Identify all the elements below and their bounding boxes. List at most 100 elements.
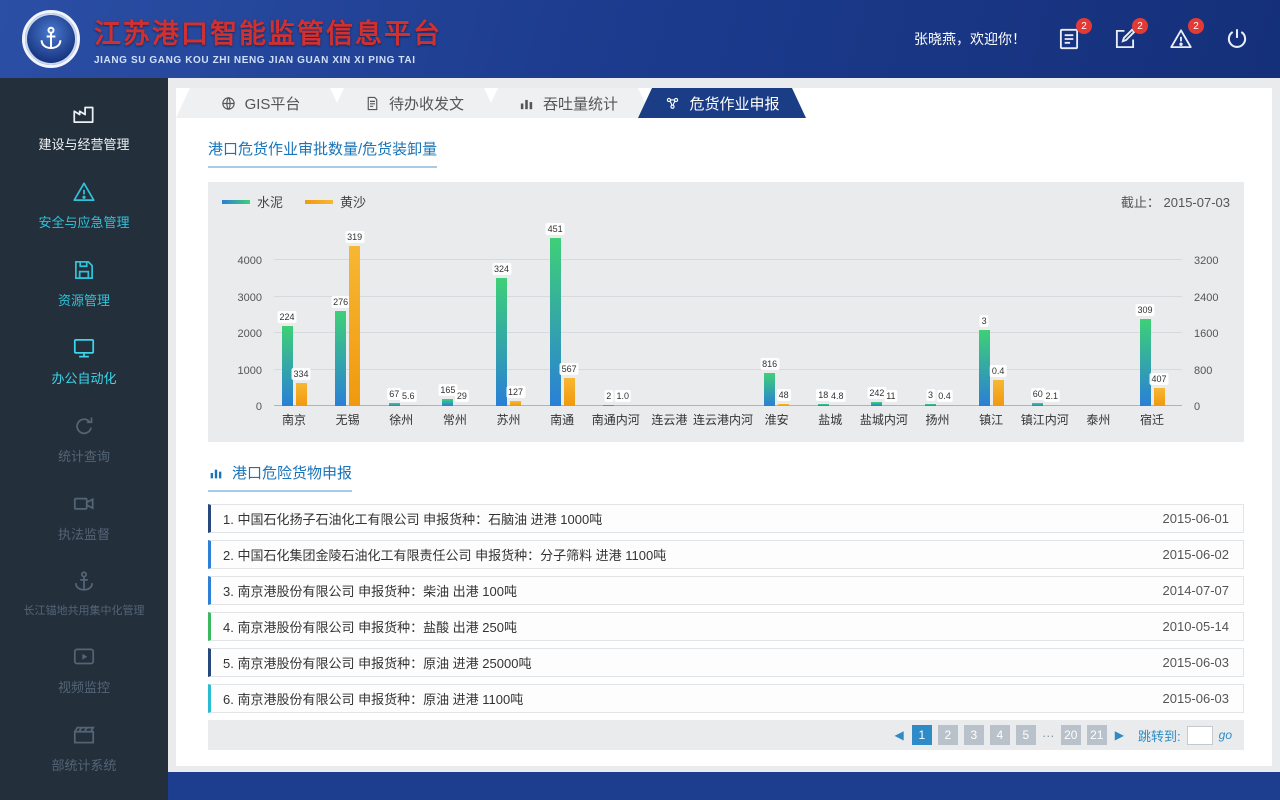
header-right: 张晓燕，欢迎你！ 2 2 2 [914, 26, 1280, 52]
bar-sand [1154, 388, 1165, 406]
x-axis-label: 南通 [550, 411, 574, 428]
sidebar-item-law-enforcement[interactable]: 执法监督 [0, 478, 168, 556]
y-axis-tick-left: 4000 [238, 255, 262, 267]
prev-page-button[interactable]: ◀ [893, 728, 906, 742]
gis-icon [220, 95, 237, 112]
x-axis-label: 常州 [443, 411, 467, 428]
bar-value-label: 1.0 [614, 390, 631, 402]
page-button-20[interactable]: 20 [1061, 725, 1081, 745]
sidebar-item-anchorage-management[interactable]: 长江锚地共用集中化管理 [0, 556, 168, 631]
x-axis-label: 苏州 [496, 411, 520, 428]
x-axis-label: 泰州 [1086, 411, 1110, 428]
bar-value-label: 276 [331, 296, 350, 308]
bar-value-label: 3 [926, 389, 935, 401]
legend-item: 黄沙 [305, 192, 366, 211]
legend-swatch [305, 200, 333, 204]
page-button-21[interactable]: 21 [1087, 725, 1107, 745]
list-item-date: 2015-06-01 [1163, 511, 1230, 526]
x-axis-label: 南京 [282, 411, 306, 428]
page-button-2[interactable]: 2 [938, 725, 958, 745]
tabbar: GIS平台 待办收发文 吞吐量统计危货作业申报 [176, 88, 1272, 118]
chart-legend: 水泥 黄沙 [222, 192, 366, 211]
sidebar-item-label: 资源管理 [58, 290, 110, 309]
sidebar-item-office-automation[interactable]: 办公自动化 [0, 322, 168, 400]
y-axis-tick-left: 1000 [238, 365, 262, 377]
bar-cement [764, 373, 775, 406]
alert-icon[interactable]: 2 [1168, 26, 1194, 52]
y-axis-tick-right: 0 [1194, 401, 1200, 413]
bar-sand [456, 405, 467, 406]
sidebar-item-label: 视频监控 [58, 677, 110, 696]
list-section-title-text: 港口危险货物申报 [232, 465, 352, 482]
list-section-title: 港口危险货物申报 [208, 462, 352, 492]
bar-sand [885, 405, 896, 406]
tab-throughput-stats[interactable]: 吞吐量统计 [484, 88, 652, 118]
list-item-date: 2015-06-02 [1163, 547, 1230, 562]
as-of-value: 2015-07-03 [1164, 195, 1231, 210]
power-icon[interactable] [1224, 26, 1250, 52]
x-axis-label: 连云港内河 [693, 411, 753, 428]
bar-cement [979, 330, 990, 406]
page-button-5[interactable]: 5 [1016, 725, 1036, 745]
list-item[interactable]: 6. 南京港股份有限公司 申报货种：原油 进港 1100吨2015-06-03 [208, 684, 1244, 713]
list-section-header: 港口危险货物申报 [208, 462, 1272, 492]
sidebar-item-ministry-statistics[interactable]: 部统计系统 [0, 709, 168, 787]
bar-sand [403, 405, 414, 406]
sidebar-item-label: 执法监督 [58, 524, 110, 543]
barchart-icon [518, 95, 535, 112]
user-greeting: 张晓燕，欢迎你！ [914, 29, 1026, 49]
x-axis-label: 徐州 [389, 411, 413, 428]
tab-dangerous-goods-declare[interactable]: 危货作业申报 [638, 88, 806, 118]
bar-value-label: 334 [291, 368, 310, 380]
as-of-date: 截止： 2015-07-03 [1121, 192, 1230, 211]
legend-label: 水泥 [257, 192, 283, 211]
gridline [274, 369, 1182, 370]
sidebar-item-video-surveillance[interactable]: 视频监控 [0, 631, 168, 709]
page-button-4[interactable]: 4 [990, 725, 1010, 745]
y-axis-tick-left: 0 [256, 401, 262, 413]
list-item-date: 2010-05-14 [1163, 619, 1230, 634]
sidebar-item-label: 建设与经营管理 [38, 134, 129, 153]
bar-value-label: 2.1 [1043, 390, 1060, 402]
bar-value-label: 5.6 [400, 390, 417, 402]
y-axis-tick-right: 3200 [1194, 255, 1218, 267]
tab-gis-platform[interactable]: GIS平台 [176, 88, 344, 118]
list-item[interactable]: 2. 中国石化集团金陵石油化工有限责任公司 申报货种：分子筛料 进港 1100吨… [208, 540, 1244, 569]
jump-page-input[interactable] [1187, 726, 1213, 745]
sidebar-item-resource-management[interactable]: 资源管理 [0, 244, 168, 322]
sidebar-item-statistics-query[interactable]: 统计查询 [0, 400, 168, 478]
list-item[interactable]: 5. 南京港股份有限公司 申报货种：原油 进港 25000吨2015-06-03 [208, 648, 1244, 677]
go-button[interactable]: go [1219, 728, 1232, 742]
bar-sand [564, 378, 575, 406]
sidebar-item-label: 长江锚地共用集中化管理 [24, 602, 145, 618]
x-axis-label: 淮安 [765, 411, 789, 428]
warning-icon [71, 179, 97, 205]
bar-value-label: 11 [884, 390, 897, 402]
list-item[interactable]: 4. 南京港股份有限公司 申报货种：盐酸 出港 250吨 2010-05-14 [208, 612, 1244, 641]
doc-icon [364, 95, 381, 112]
next-page-button[interactable]: ▶ [1113, 728, 1126, 742]
list-item-text: 1. 中国石化扬子石油化工有限公司 申报货种：石脑油 进港 1000吨 [223, 509, 602, 528]
list-item[interactable]: 3. 南京港股份有限公司 申报货种：柴油 出港 100吨2014-07-07 [208, 576, 1244, 605]
sidebar-item-construction-management[interactable]: 建设与经营管理 [0, 88, 168, 166]
bar-value-label: 0.4 [990, 365, 1007, 377]
list-item-text: 5. 南京港股份有限公司 申报货种：原油 进港 25000吨 [223, 653, 531, 672]
chart-section-header: 港口危货作业审批数量/危货装卸量 [208, 138, 1272, 168]
tab-label: GIS平台 [245, 93, 301, 114]
compose-icon[interactable]: 2 [1112, 26, 1138, 52]
main-area: GIS平台 待办收发文 吞吐量统计危货作业申报 港口危货作业审批数量/危货装卸量 水… [168, 78, 1280, 800]
tab-label: 吞吐量统计 [543, 93, 618, 114]
news-icon[interactable]: 2 [1056, 26, 1082, 52]
list-item[interactable]: 1. 中国石化扬子石油化工有限公司 申报货种：石脑油 进港 1000吨 2015-… [208, 504, 1244, 533]
page-button-1[interactable]: 1 [912, 725, 932, 745]
list-item-text: 4. 南京港股份有限公司 申报货种：盐酸 出港 250吨 [223, 617, 517, 636]
y-axis-tick-right: 2400 [1194, 292, 1218, 304]
app-header: 江苏港口智能监管信息平台 JIANG SU GANG KOU ZHI NENG … [0, 0, 1280, 78]
news-badge: 2 [1076, 18, 1092, 34]
footer-bar [168, 772, 1280, 800]
sidebar-item-safety-emergency[interactable]: 安全与应急管理 [0, 166, 168, 244]
bar-value-label: 48 [777, 389, 791, 401]
tab-todo-documents[interactable]: 待办收发文 [330, 88, 498, 118]
x-axis-label: 镇江 [979, 411, 1003, 428]
page-button-3[interactable]: 3 [964, 725, 984, 745]
